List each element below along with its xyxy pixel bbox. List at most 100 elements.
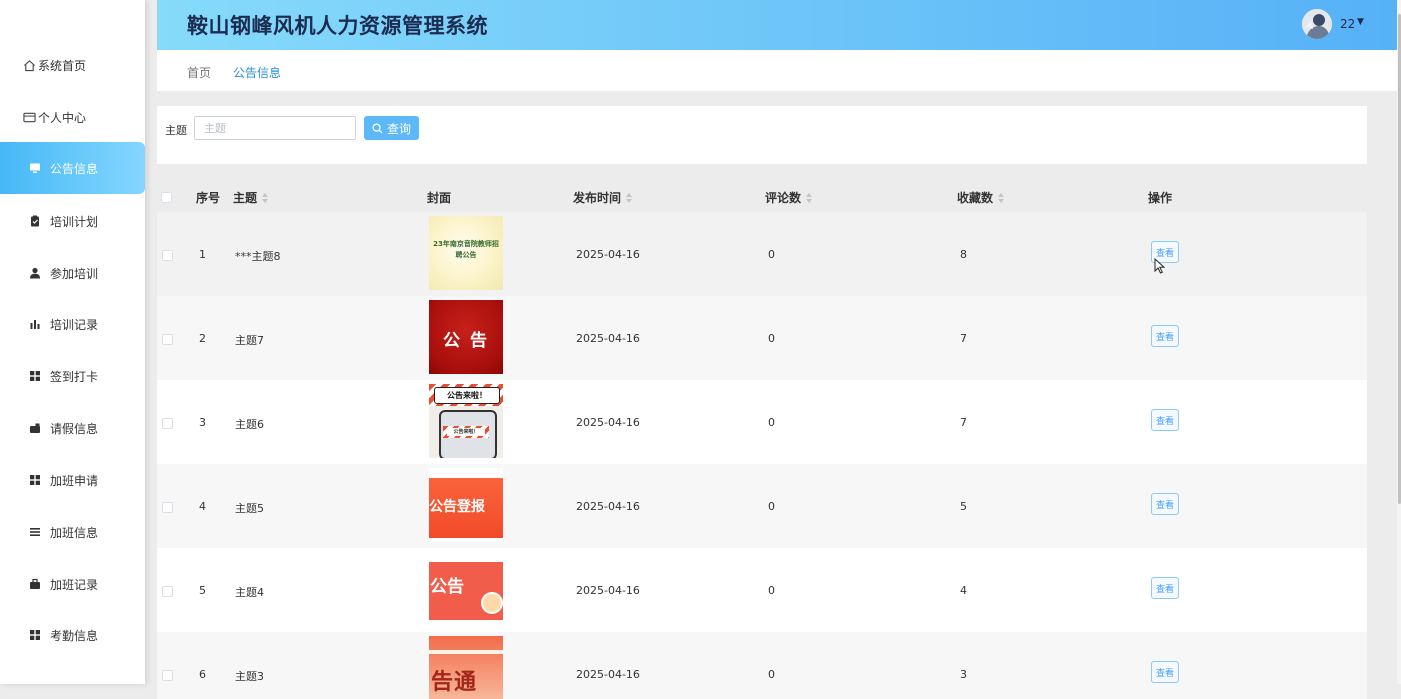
view-button[interactable]: 查看 [1151, 661, 1179, 683]
table-header: 序号 主题 封面 发布时间 评论数 收藏数 操作 [157, 179, 1367, 212]
table-row[interactable]: 5 主题4 公告 2025-04-16 0 4 查看 [157, 548, 1367, 633]
col-cover: 封面 [427, 191, 452, 205]
sidebar-item-home[interactable]: 系统首页 [0, 39, 145, 91]
sidebar-item-label: 系统首页 [38, 58, 87, 73]
col-subject[interactable]: 主题 [233, 189, 269, 206]
sidebar-item-join-training[interactable]: 参加培训 [0, 247, 145, 299]
cell-subject: 主题3 [235, 670, 264, 683]
view-button[interactable]: 查看 [1151, 493, 1179, 515]
cover-image: 公告登报 [429, 468, 503, 542]
cover-image: 告通 [429, 636, 503, 699]
cell-comments: 0 [768, 500, 775, 513]
sidebar-item-training-plan[interactable]: 培训计划 [0, 195, 145, 247]
search-input[interactable] [194, 116, 356, 140]
col-publish-time[interactable]: 发布时间 [573, 189, 633, 206]
cell-favorites: 7 [960, 332, 967, 345]
sidebar-item-overtime-info[interactable]: 加班信息 [0, 506, 145, 558]
cover-text: 23年南京音院教师招聘公告 [433, 240, 499, 259]
cell-favorites: 4 [960, 584, 967, 597]
cell-favorites: 3 [960, 668, 967, 681]
sidebar-item-announcements[interactable]: 公告信息 [0, 142, 145, 194]
cell-favorites: 5 [960, 500, 967, 513]
caret-down-icon[interactable]: ▼ [1357, 17, 1364, 27]
app-title: 鞍山钢峰风机人力资源管理系统 [187, 14, 488, 38]
cell-comments: 0 [768, 248, 775, 261]
sidebar-item-label: 个人中心 [38, 110, 87, 125]
grid-icon [28, 628, 42, 642]
col-actions: 操作 [1148, 191, 1173, 205]
cell-publish-time: 2025-04-16 [576, 248, 640, 261]
sort-icon[interactable] [806, 192, 813, 203]
table-row[interactable]: 1 ***主题8 23年南京音院教师招聘公告 2025-04-16 0 8 查看 [157, 212, 1367, 297]
sidebar-item-label: 请假信息 [50, 421, 99, 436]
sidebar-item-overtime-apply[interactable]: 加班申请 [0, 454, 145, 506]
row-checkbox[interactable] [162, 418, 173, 429]
table-row[interactable]: 4 主题5 公告登报 2025-04-16 0 5 查看 [157, 464, 1367, 549]
sidebar-item-personal-center[interactable]: 个人中心 [0, 91, 145, 143]
sidebar-item-check-in[interactable]: 签到打卡 [0, 350, 145, 402]
sidebar-item-label: 参加培训 [50, 266, 99, 281]
row-checkbox[interactable] [162, 502, 173, 513]
sidebar-item-training-records[interactable]: 培训记录 [0, 298, 145, 350]
row-checkbox[interactable] [162, 250, 173, 261]
sidebar-item-leave-info[interactable]: 请假信息 [0, 402, 145, 454]
view-button[interactable]: 查看 [1151, 577, 1179, 599]
cover-image: 23年南京音院教师招聘公告 [429, 216, 503, 290]
sort-icon[interactable] [262, 192, 269, 203]
table-row[interactable]: 2 主题7 公 告 2025-04-16 0 7 查看 [157, 296, 1367, 381]
home-icon [22, 58, 36, 72]
sidebar: 系统首页 个人中心 公告信息 培训计划 参加培训 培训记录 签到打卡 请假信息 … [0, 0, 145, 684]
view-button[interactable]: 查看 [1151, 409, 1179, 431]
table-row[interactable]: 3 主题6 公告来啦！ 公告来啦！ 2025-04-16 0 7 查看 [157, 380, 1367, 465]
col-favorites[interactable]: 收藏数 [957, 189, 1005, 206]
cell-comments: 0 [768, 668, 775, 681]
cell-subject: 主题7 [235, 334, 264, 347]
briefcase-icon [28, 421, 42, 435]
select-all-checkbox[interactable] [161, 192, 172, 203]
sidebar-item-label: 加班申请 [50, 473, 99, 488]
top-header: 鞍山钢峰风机人力资源管理系统 22 ▼ [157, 0, 1397, 50]
cell-publish-time: 2025-04-16 [576, 500, 640, 513]
sidebar-item-label: 培训记录 [50, 317, 99, 332]
sort-icon[interactable] [626, 192, 633, 203]
view-button[interactable]: 查看 [1151, 325, 1179, 347]
row-checkbox[interactable] [162, 334, 173, 345]
user-name[interactable]: 22 [1340, 17, 1355, 31]
cover-image: 公 告 [429, 300, 503, 374]
sidebar-item-label: 培训计划 [50, 214, 99, 229]
cell-index: 1 [199, 248, 206, 261]
sidebar-item-attendance-info[interactable]: 考勤信息 [0, 609, 145, 661]
grid-icon [28, 369, 42, 383]
clipboard-icon [28, 214, 42, 228]
cover-image: 公告来啦！ 公告来啦！ [429, 384, 503, 458]
monitor-icon [28, 161, 42, 175]
table-row[interactable]: 6 主题3 告通 2025-04-16 0 3 查看 [157, 632, 1367, 699]
col-comments[interactable]: 评论数 [765, 189, 813, 206]
cell-index: 4 [199, 500, 206, 513]
col-publish-time-label: 发布时间 [573, 191, 622, 205]
avatar[interactable] [1302, 9, 1332, 39]
sidebar-item-overtime-records[interactable]: 加班记录 [0, 558, 145, 610]
cell-subject: 主题6 [235, 418, 264, 431]
cover-text: 公告来啦！ [434, 387, 500, 404]
cell-subject: 主题5 [235, 502, 264, 515]
row-checkbox[interactable] [162, 670, 173, 681]
cell-comments: 0 [768, 416, 775, 429]
cover-text: 告通 [431, 670, 478, 695]
search-panel: 主题 查询 [157, 106, 1367, 164]
query-button-label: 查询 [386, 121, 411, 136]
mouse-cursor-icon [1154, 257, 1166, 277]
briefcase-icon [28, 577, 42, 591]
query-button[interactable]: 查询 [364, 116, 419, 140]
search-label: 主题 [165, 124, 187, 137]
col-comments-label: 评论数 [765, 191, 802, 205]
user-icon [28, 266, 42, 280]
cover-text: 公告登报 [429, 499, 485, 515]
list-icon [28, 525, 42, 539]
row-checkbox[interactable] [162, 586, 173, 597]
breadcrumb-home[interactable]: 首页 [187, 64, 211, 81]
cell-index: 6 [199, 668, 206, 681]
cell-index: 5 [199, 584, 206, 597]
cover-image: 公告 [429, 552, 503, 626]
sort-icon[interactable] [998, 192, 1005, 203]
